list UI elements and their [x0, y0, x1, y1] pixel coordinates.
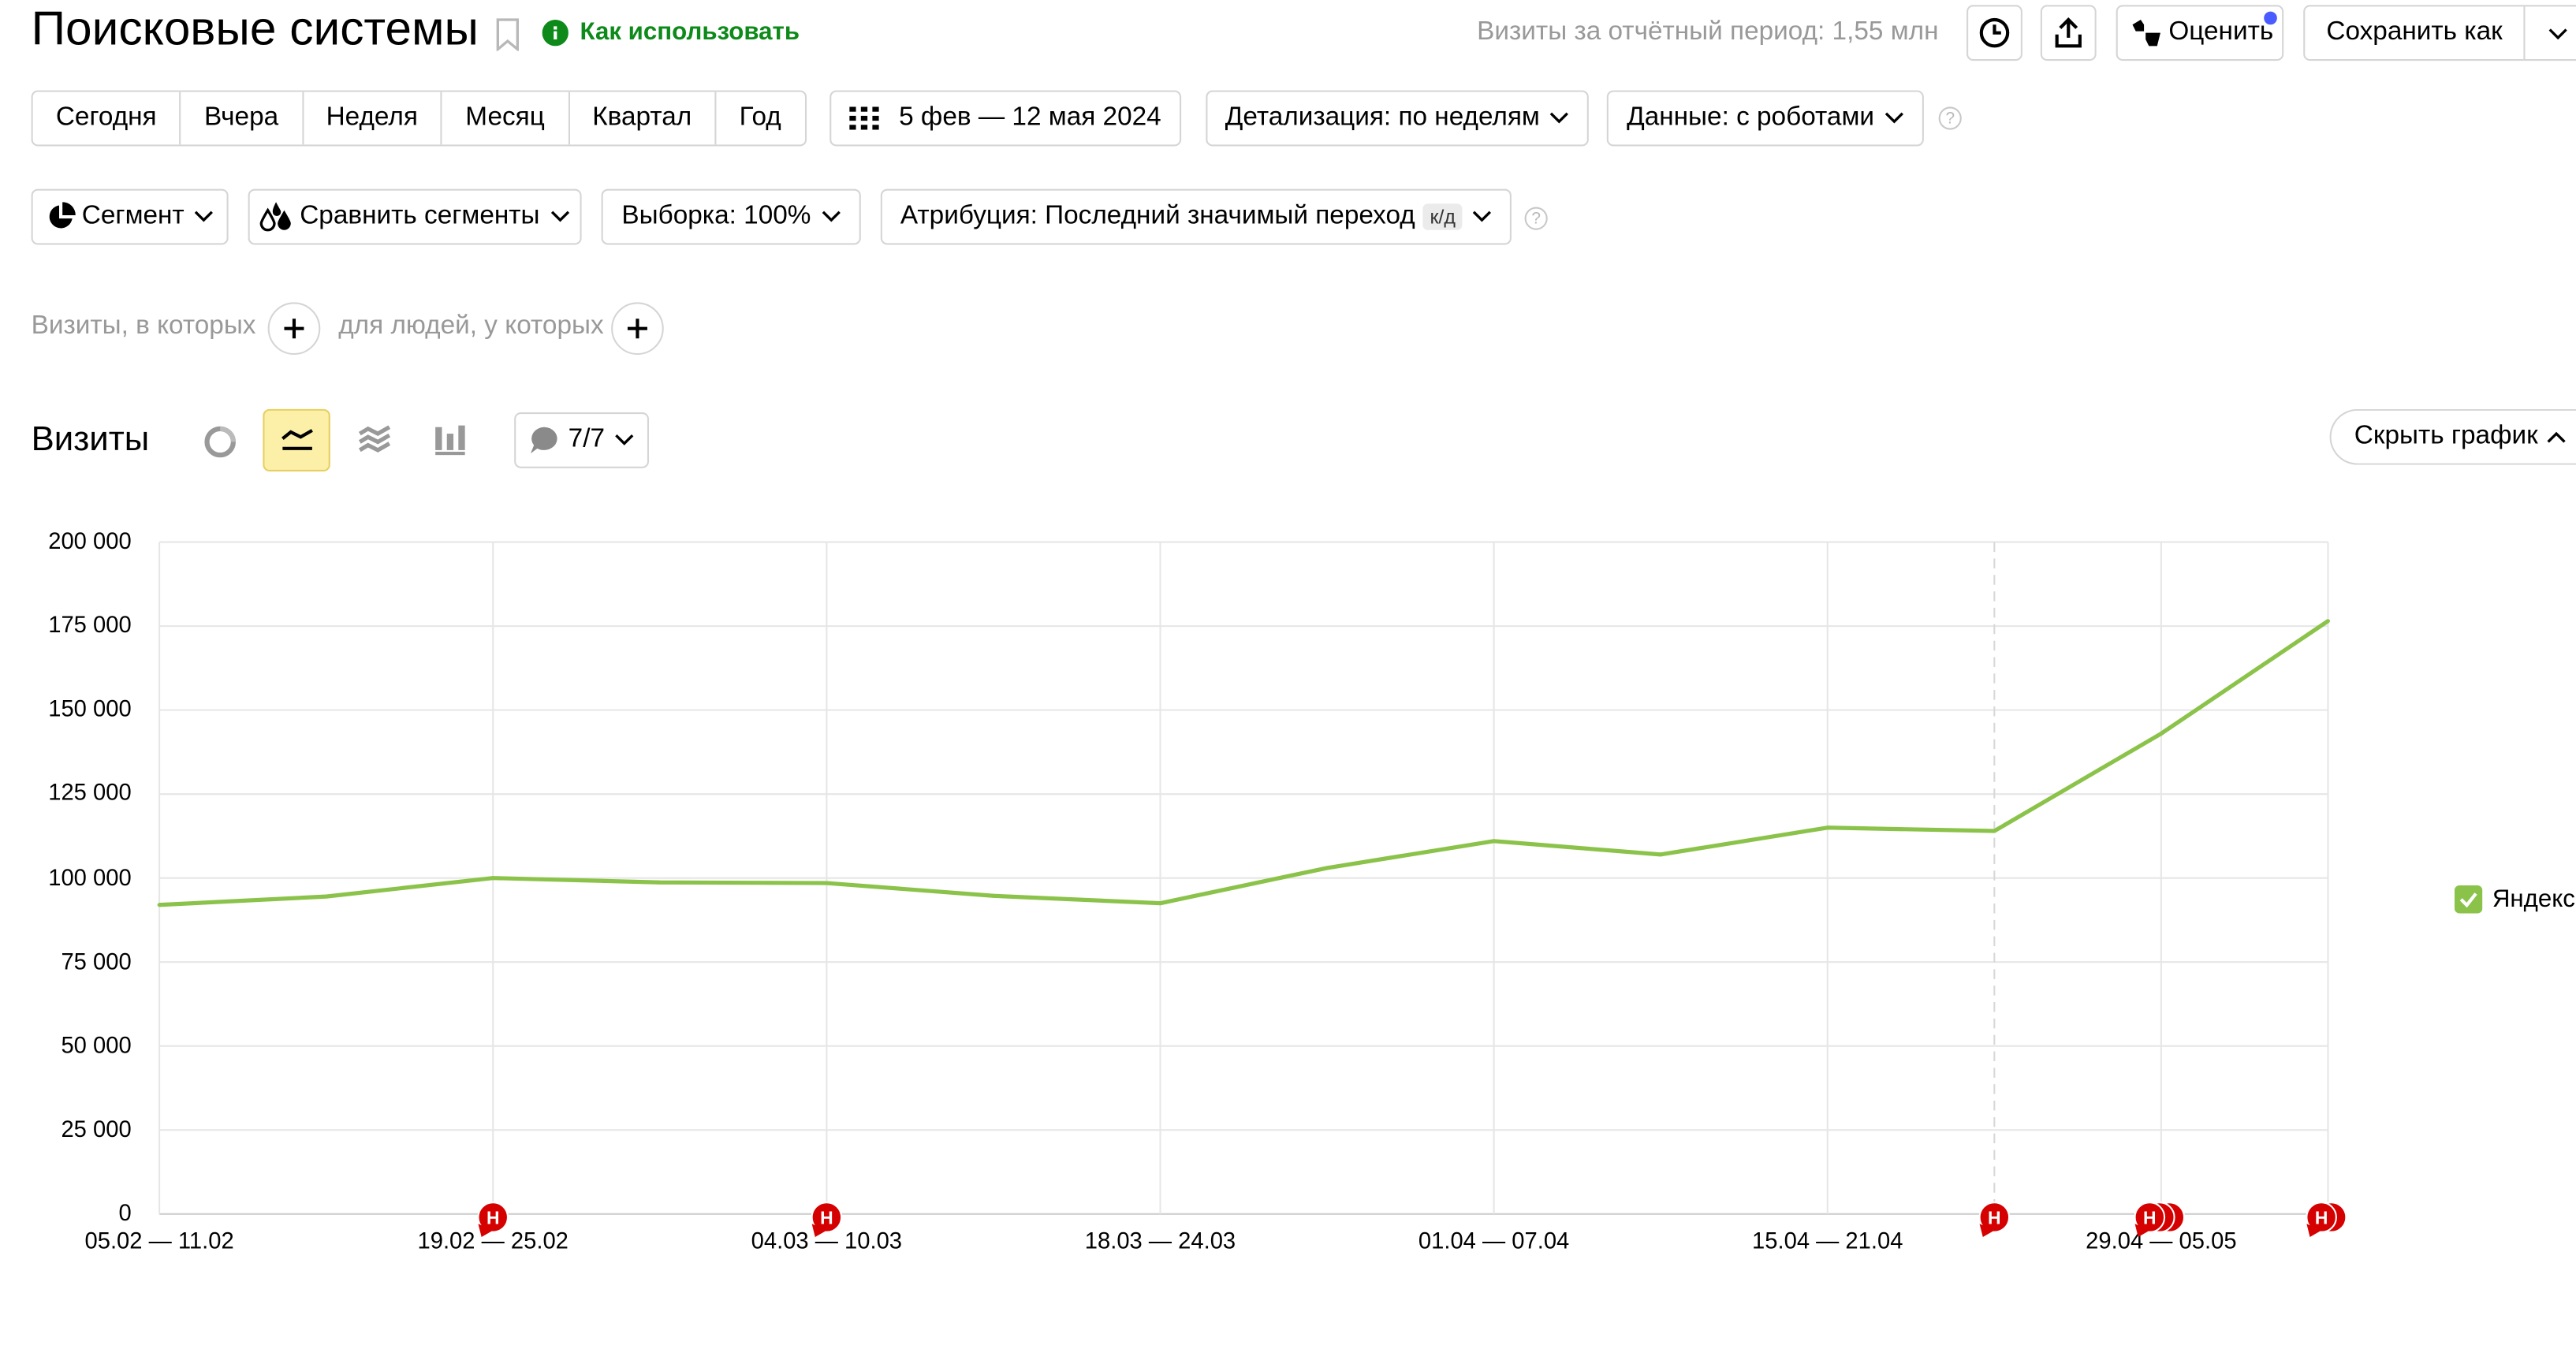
- period-selector: Сегодня Вчера Неделя Месяц Квартал Год: [31, 90, 807, 147]
- add-people-condition-button[interactable]: [611, 302, 664, 356]
- visits-line-chart: ННННН: [157, 541, 2347, 1237]
- calendar-icon: [849, 106, 880, 130]
- rate-label: Оценить: [2168, 17, 2274, 47]
- data-point: [490, 876, 495, 881]
- chevron-up-icon: [2546, 427, 2566, 447]
- hide-chart-label: Скрыть график: [2354, 422, 2538, 450]
- data-point: [658, 880, 662, 885]
- bookmark-icon[interactable]: [496, 18, 520, 51]
- drops-icon: [260, 202, 293, 232]
- period-year[interactable]: Год: [716, 92, 803, 145]
- add-visit-condition-button[interactable]: [267, 302, 321, 356]
- date-range-label: 5 фев — 12 мая 2024: [899, 103, 1161, 132]
- pie-chart-toggle-icon[interactable]: [203, 426, 237, 459]
- save-as-button[interactable]: Сохранить как: [2303, 5, 2576, 61]
- save-as-divider: [2523, 6, 2526, 60]
- chevron-down-icon: [194, 207, 214, 227]
- segment-button[interactable]: Сегмент: [31, 188, 229, 245]
- help-icon[interactable]: ?: [1524, 207, 1548, 230]
- note-marker-label: Н: [2315, 1207, 2328, 1228]
- line-chart-toggle[interactable]: [263, 408, 330, 471]
- clock-icon: [1978, 17, 2011, 50]
- data-point: [1825, 825, 1830, 830]
- notification-dot: [2262, 9, 2279, 27]
- legend-label: Яндекс: [2492, 885, 2575, 914]
- data-label: Данные: с роботами: [1627, 103, 1874, 132]
- hide-chart-button[interactable]: Скрыть график: [2329, 408, 2576, 465]
- note-marker-label: Н: [486, 1207, 500, 1228]
- plus-icon: [627, 319, 647, 339]
- data-point: [991, 893, 996, 898]
- info-icon: [542, 18, 569, 46]
- visits-summary: Визиты за отчётный период: 1,55 млн: [1477, 17, 1939, 47]
- series-line: [158, 619, 2329, 907]
- checkbox-checked-icon: [2454, 885, 2483, 914]
- data-point: [157, 903, 162, 907]
- period-week[interactable]: Неделя: [303, 91, 443, 145]
- data-point: [324, 894, 329, 899]
- bar-chart-toggle-icon[interactable]: [434, 424, 467, 457]
- page-title: Поисковые системы: [31, 3, 479, 56]
- sample-label: Выборка: 100%: [621, 202, 811, 230]
- chevron-down-icon: [821, 207, 841, 227]
- thumbs-icon: [2131, 18, 2164, 48]
- note-marker-label: Н: [2143, 1207, 2157, 1228]
- data-point: [1158, 901, 1163, 906]
- data-point: [1325, 866, 1329, 870]
- note-marker-label: Н: [1988, 1207, 2001, 1228]
- date-range-button[interactable]: 5 фев — 12 мая 2024: [829, 90, 1182, 147]
- notes-count: 7/7: [568, 425, 606, 454]
- detail-label: Детализация: по неделям: [1225, 103, 1540, 132]
- data-point: [2325, 619, 2330, 624]
- pie-icon: [46, 202, 76, 232]
- period-yesterday[interactable]: Вчера: [181, 91, 304, 145]
- period-quarter[interactable]: Квартал: [569, 91, 717, 145]
- help-icon[interactable]: ?: [1938, 106, 1962, 130]
- chevron-down-icon: [1472, 207, 1492, 227]
- attribution-badge: к/д: [1423, 203, 1463, 230]
- detail-select[interactable]: Детализация: по неделям: [1206, 90, 1589, 147]
- segment-label: Сегмент: [81, 202, 185, 230]
- data-point: [2159, 731, 2164, 736]
- save-as-label: Сохранить как: [2326, 17, 2503, 47]
- line-chart-icon: [278, 427, 315, 453]
- history-button[interactable]: [1966, 5, 2022, 61]
- attribution-select[interactable]: Атрибуция: Последний значимый переход к/…: [880, 188, 1512, 245]
- period-today[interactable]: Сегодня: [33, 91, 181, 145]
- area-chart-toggle-icon[interactable]: [356, 425, 393, 456]
- plus-icon: [284, 319, 304, 339]
- rate-button[interactable]: Оценить: [2116, 5, 2284, 61]
- chevron-down-icon: [550, 207, 569, 227]
- data-point: [1492, 839, 1497, 844]
- notes-select[interactable]: 7/7: [514, 412, 650, 468]
- chevron-down-icon: [1884, 109, 1903, 129]
- legend-item-yandex[interactable]: Яндекс: [2454, 885, 2575, 914]
- comment-icon: [529, 426, 559, 456]
- sample-select[interactable]: Выборка: 100%: [601, 188, 861, 245]
- people-condition-label: для людей, у которых: [338, 311, 604, 341]
- visits-condition-label: Визиты, в которых: [31, 311, 256, 341]
- chevron-down-icon: [615, 430, 635, 450]
- howto-label: Как использовать: [580, 17, 800, 47]
- export-button[interactable]: [2040, 5, 2097, 61]
- chevron-down-icon[interactable]: [2547, 23, 2570, 46]
- data-point: [1992, 829, 1996, 833]
- howto-link[interactable]: Как использовать: [542, 18, 800, 46]
- data-point: [824, 881, 829, 885]
- chart-title: Визиты: [31, 420, 150, 459]
- note-marker-label: Н: [820, 1207, 833, 1228]
- chevron-down-icon: [1549, 109, 1569, 129]
- share-icon: [2054, 17, 2084, 50]
- data-select[interactable]: Данные: с роботами: [1606, 90, 1924, 147]
- period-month[interactable]: Месяц: [442, 91, 570, 145]
- attribution-label: Атрибуция: Последний значимый переход: [900, 202, 1415, 230]
- compare-segments-button[interactable]: Сравнить сегменты: [248, 188, 582, 245]
- compare-label: Сравнить сегменты: [300, 202, 540, 230]
- data-point: [1658, 852, 1663, 857]
